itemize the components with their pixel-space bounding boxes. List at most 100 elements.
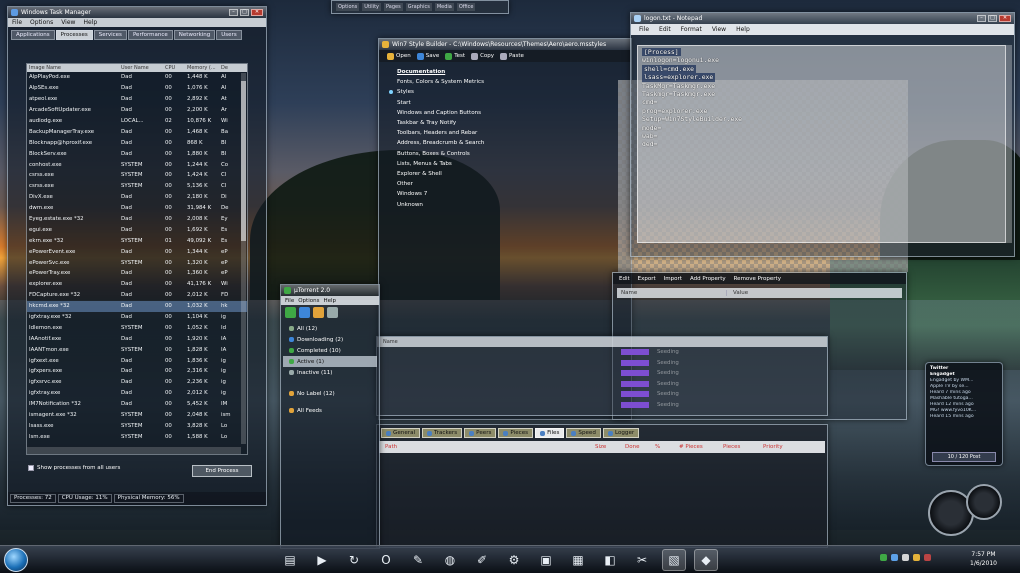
add-url-icon[interactable] [299,307,310,318]
category-item[interactable]: All Feeds [283,405,377,416]
taskbar-taskmgr-icon[interactable]: ▧ [662,549,686,571]
tab-trackers[interactable]: Trackers [422,428,463,438]
notepad-text-area[interactable]: [Process] winlogon=logonui.exe shell=cmd.e… [637,45,1006,243]
taskbar-play-icon[interactable]: ▶ [310,549,334,571]
torrent-detail-pane[interactable]: General Trackers Peers Pieces Files Speed Logg… [376,424,828,548]
table-row[interactable]: ismagent.exe *32 SYSTEM 00 2,048 K ism [27,410,247,421]
files-column-header[interactable]: Size [589,444,619,450]
end-process-button[interactable]: End Process [192,465,252,477]
style-tree[interactable]: Documentation Fonts, Colors & System Metr… [383,67,613,210]
tweet-text[interactable]: Heard 15 mins ago [926,414,1002,420]
tree-item[interactable]: Other [383,179,613,189]
table-row[interactable]: Blocknapp@hproxif.exe Dad 00 868 K Bl [27,137,247,148]
close-button[interactable]: ✕ [251,9,263,16]
table-row[interactable]: csrss.exe SYSTEM 00 1,424 K Cl [27,170,247,181]
tree-item[interactable]: Address, Breadcrumb & Search [383,138,613,148]
column-header[interactable]: Memory (... [185,65,219,71]
top-strip-item[interactable]: Pages [384,3,403,11]
tree-item[interactable]: Start [383,98,613,108]
notepad-scrollbar[interactable] [1006,45,1012,243]
tree-item[interactable]: Buttons, Boxes & Controls [383,149,613,159]
tree-item[interactable]: Windows and Caption Buttons [383,108,613,118]
toolbar-save-button[interactable]: Save [416,52,439,60]
tab-pieces[interactable]: Pieces [498,428,534,438]
taskbar-opera-icon[interactable]: O [374,549,398,571]
tray-network-icon[interactable] [891,554,898,561]
process-list-hscrollbar[interactable] [27,447,241,454]
table-row[interactable]: igfxtray.exe *32 Dad 00 1,104 K ig [27,312,247,323]
property-toolbar-item[interactable]: Edit [619,276,630,282]
maximize-button[interactable]: □ [240,9,249,16]
toolbar-test-button[interactable]: Test [445,52,465,60]
menu-item-file[interactable]: File [12,19,22,26]
tab-peers[interactable]: Peers [464,428,497,438]
table-row[interactable]: ArcadeSoftUpdater.exe Dad 00 2,200 K Ar [27,105,247,116]
utorrent-titlebar[interactable]: µTorrent 2.0 [281,285,379,296]
property-toolbar-item[interactable]: Add Property [690,276,726,282]
twitter-gadget[interactable]: Twitter Engadget Engadget by WM... Apple T… [925,362,1003,466]
toolbar-paste-button[interactable]: Paste [500,52,524,60]
category-list[interactable]: All (12) Downloading (2) Completed (10) Act… [281,319,379,420]
table-row[interactable]: igfxpers.exe Dad 00 2,316 K ig [27,366,247,377]
tab-processes[interactable]: Processes [55,30,93,40]
notepad-menu-format[interactable]: Format [681,26,702,33]
table-row[interactable]: igfxsrvc.exe Dad 00 2,236 K ig [27,377,247,388]
category-item[interactable]: All (12) [283,323,377,334]
taskbar-style-icon[interactable]: ◆ [694,549,718,571]
tray-antivirus-icon[interactable] [924,554,931,561]
process-list[interactable]: Image Name User Name CPU Memory (... De AlpP… [26,63,248,455]
taskbar-pen-icon[interactable]: ✎ [406,549,430,571]
tray-power-icon[interactable] [913,554,920,561]
tab-logger[interactable]: Logger [602,428,640,438]
maximize-button[interactable]: □ [988,15,997,22]
table-row[interactable]: csrss.exe SYSTEM 00 5,136 K Cl [27,181,247,192]
tab-performance[interactable]: Performance [127,30,173,40]
task-manager-window[interactable]: Windows Task Manager – □ ✕ File Options Vi… [7,6,267,506]
torrent-list[interactable]: Name Seeding Seeding Seeding Seeding Seeding… [376,336,828,416]
column-header[interactable]: Image Name [27,65,119,71]
tab-applications[interactable]: Applications [11,30,55,40]
table-row[interactable]: ePowerTray.exe Dad 00 1,360 K eP [27,268,247,279]
files-column-header[interactable]: % [649,444,673,450]
table-row[interactable]: Seeding [377,368,827,379]
tab-general[interactable]: General [381,428,421,438]
table-row[interactable]: dwm.exe Dad 00 31,984 K De [27,203,247,214]
table-row[interactable]: ePowerEvent.exe Dad 00 1,344 K eP [27,246,247,257]
table-row[interactable]: IAAnotif.exe Dad 00 1,920 K IA [27,333,247,344]
taskbar-clapper-icon[interactable]: ▦ [566,549,590,571]
clock[interactable]: 7:57 PM 1/6/2010 [970,550,997,568]
twitter-post-button[interactable]: 10 / 120 Post [932,452,996,462]
torrent-name-column[interactable]: Name [383,339,398,345]
rss-icon[interactable] [313,307,324,318]
table-row[interactable]: Seeding [377,347,827,358]
close-button[interactable]: ✕ [999,15,1011,22]
top-strip-item[interactable]: Office [456,3,476,11]
table-row[interactable]: ekrn.exe *32 SYSTEM 01 49,092 K Es [27,235,247,246]
tree-item[interactable]: Documentation [383,67,613,77]
table-row[interactable]: Seeding [377,358,827,369]
notepad-menu-view[interactable]: View [712,26,726,33]
tree-item[interactable]: Toolbars, Headers and Rebar [383,128,613,138]
tree-item[interactable]: Fonts, Colors & System Metrics [383,77,613,87]
tree-item[interactable]: Windows 7 [383,189,613,199]
table-row[interactable]: BackupManagerTray.exe Dad 00 1,468 K Ba [27,126,247,137]
table-row[interactable]: Seeding [377,389,827,400]
menu-item-view[interactable]: View [61,19,75,26]
table-row[interactable]: igfxtray.exe Dad 00 2,012 K ig [27,388,247,399]
remove-icon[interactable] [327,307,338,318]
process-list-scrollbar[interactable] [241,73,246,444]
property-name-column[interactable]: Name [617,290,727,296]
tray-utorrent-icon[interactable] [880,554,887,561]
table-row[interactable]: lsm.exe SYSTEM 00 1,588 K Lo [27,431,247,442]
files-column-header[interactable]: Done [619,444,649,450]
property-toolbar-item[interactable]: Import [664,276,682,282]
table-row[interactable]: ePowerSvc.exe SYSTEM 00 1,320 K eP [27,257,247,268]
files-column-header[interactable]: Priority [757,444,807,450]
table-row[interactable]: hkcmd.exe *32 Dad 00 1,032 K hk [27,300,247,312]
table-row[interactable]: AlpSEs.exe Dad 00 1,076 K Al [27,83,247,94]
taskbar-media-icon[interactable]: ▣ [534,549,558,571]
minimize-button[interactable]: – [977,15,986,22]
category-item[interactable]: Completed (10) [283,345,377,356]
files-column-header[interactable]: # Pieces [673,444,717,450]
table-row[interactable]: IM7Notification *32 Dad 00 5,452 K IM [27,399,247,410]
